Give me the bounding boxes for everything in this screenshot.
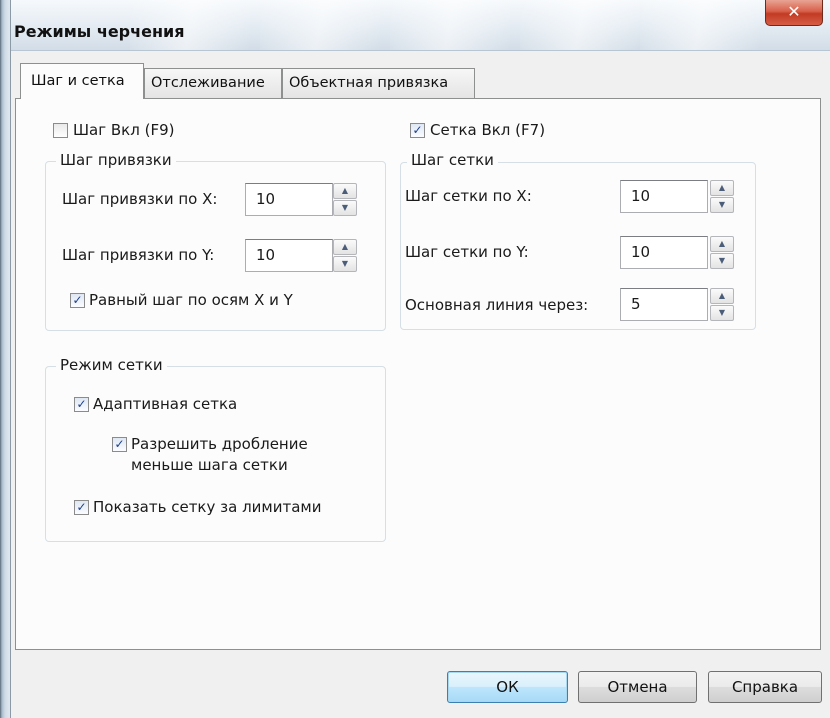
- window-title: Режимы черчения: [14, 22, 185, 41]
- snap-x-spinner[interactable]: ▲ ▼: [333, 183, 357, 216]
- grid-y-spinner[interactable]: ▲ ▼: [710, 236, 734, 269]
- cancel-button[interactable]: Отмена: [578, 671, 697, 703]
- snap-y-label: Шаг привязки по Y:: [62, 246, 215, 264]
- title-bar-sheen: [390, 0, 510, 50]
- spin-down-icon[interactable]: ▼: [710, 197, 734, 213]
- check-icon: ✓: [76, 397, 87, 411]
- check-icon: ✓: [114, 437, 125, 451]
- spin-down-icon[interactable]: ▼: [710, 253, 734, 269]
- tab-tracking[interactable]: Отслеживание: [144, 68, 282, 98]
- grid-on-label: Сетка Вкл (F7): [430, 121, 546, 139]
- grid-spacing-group-title: Шаг сетки: [407, 151, 498, 169]
- allow-subdivision-checkbox[interactable]: ✓: [112, 437, 127, 452]
- tab-label: Объектная привязка: [289, 75, 449, 91]
- title-bar[interactable]: Режимы черчения ✕: [0, 0, 830, 50]
- spin-up-icon[interactable]: ▲: [710, 180, 734, 196]
- major-line-spinner[interactable]: ▲ ▼: [710, 288, 734, 321]
- snap-x-label: Шаг привязки по X:: [62, 190, 218, 208]
- title-bar-sheen: [260, 0, 380, 50]
- tab-snap-and-grid[interactable]: Шаг и сетка: [20, 63, 144, 99]
- equal-spacing-checkbox[interactable]: ✓: [70, 293, 85, 308]
- grid-mode-group-title: Режим сетки: [56, 356, 167, 374]
- grid-y-label: Шаг сетки по Y:: [405, 243, 529, 261]
- title-bar-sheen: [640, 0, 760, 50]
- spin-up-icon[interactable]: ▲: [710, 288, 734, 304]
- snap-spacing-group-title: Шаг привязки: [56, 151, 176, 169]
- tab-label: Отслеживание: [151, 75, 265, 91]
- grid-x-input[interactable]: 10: [620, 180, 708, 213]
- spin-down-icon[interactable]: ▼: [333, 256, 357, 272]
- snap-on-label: Шаг Вкл (F9): [73, 121, 175, 139]
- drafting-settings-dialog: Режимы черчения ✕ Шаг и сетка Отслеживан…: [0, 0, 830, 718]
- check-icon: ✓: [72, 293, 83, 307]
- grid-x-spinner[interactable]: ▲ ▼: [710, 180, 734, 213]
- snap-x-input[interactable]: 10: [245, 183, 333, 216]
- snap-on-checkbox[interactable]: [53, 123, 68, 138]
- window-left-frame: [0, 0, 11, 718]
- spin-down-icon[interactable]: ▼: [710, 305, 734, 321]
- spin-down-icon[interactable]: ▼: [333, 200, 357, 216]
- equal-spacing-label: Равный шаг по осям X и Y: [89, 291, 293, 309]
- show-beyond-limits-checkbox[interactable]: ✓: [74, 500, 89, 515]
- spin-up-icon[interactable]: ▲: [710, 236, 734, 252]
- spin-up-icon[interactable]: ▲: [333, 239, 357, 255]
- close-button[interactable]: ✕: [765, 0, 823, 26]
- title-bar-sheen: [520, 0, 640, 50]
- major-line-input[interactable]: 5: [620, 288, 708, 321]
- adaptive-grid-label: Адаптивная сетка: [93, 395, 238, 413]
- show-beyond-limits-label: Показать сетку за лимитами: [93, 498, 322, 516]
- grid-y-input[interactable]: 10: [620, 236, 708, 269]
- grid-on-checkbox[interactable]: ✓: [410, 123, 425, 138]
- adaptive-grid-checkbox[interactable]: ✓: [74, 397, 89, 412]
- title-bar-divider: [0, 50, 830, 51]
- help-button[interactable]: Справка: [708, 671, 822, 703]
- spin-up-icon[interactable]: ▲: [333, 183, 357, 199]
- major-line-label: Основная линия через:: [405, 296, 589, 314]
- allow-subdivision-label-line1: Разрешить дробление: [131, 435, 308, 453]
- snap-y-input[interactable]: 10: [245, 239, 333, 272]
- check-icon: ✓: [76, 500, 87, 514]
- ok-button[interactable]: ОК: [447, 671, 568, 703]
- tab-object-snap[interactable]: Объектная привязка: [282, 68, 475, 98]
- tab-label: Шаг и сетка: [31, 73, 125, 89]
- check-icon: ✓: [412, 123, 423, 137]
- allow-subdivision-label-line2: меньше шага сетки: [131, 456, 288, 474]
- close-icon: ✕: [787, 2, 801, 21]
- grid-x-label: Шаг сетки по X:: [405, 187, 532, 205]
- snap-y-spinner[interactable]: ▲ ▼: [333, 239, 357, 272]
